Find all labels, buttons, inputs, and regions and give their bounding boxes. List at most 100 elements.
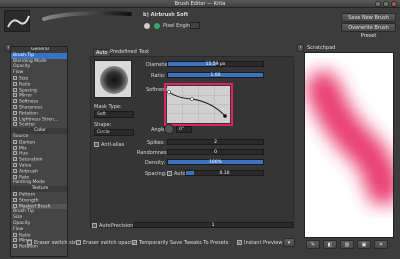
shape-label: Shape:: [94, 122, 112, 128]
option-label: Mirror: [19, 93, 33, 99]
spacing-label: Spacing:: [145, 171, 167, 177]
image-icon[interactable]: ▣: [357, 240, 371, 249]
engine-icon: [154, 23, 160, 29]
brush-stroke-preview: [42, 11, 132, 23]
option-checkbox[interactable]: [13, 110, 17, 115]
preset-thumbnail[interactable]: [4, 10, 30, 32]
minimize-button[interactable]: [375, 1, 381, 7]
instant-preview-label: Instant Preview: [244, 240, 283, 246]
spikes-slider[interactable]: 2: [167, 139, 264, 145]
fill-icon[interactable]: ◧: [323, 240, 337, 249]
engine-name: Pixel Engine: [163, 23, 194, 29]
gradient-icon[interactable]: ▥: [340, 240, 354, 249]
option-checkbox[interactable]: [13, 116, 17, 121]
option-label: Blending Mode: [13, 58, 47, 64]
option-checkbox[interactable]: [13, 238, 17, 243]
option-checkbox[interactable]: [13, 99, 17, 104]
option-checkbox[interactable]: [13, 157, 17, 162]
option-label: Brush Tip: [13, 209, 35, 215]
diameter-slider[interactable]: 15.59 px: [167, 61, 264, 67]
option-label: Opacity: [13, 220, 31, 226]
mask-type-dropdown[interactable]: Soft: [94, 111, 134, 118]
option-label: Sharpness: [19, 105, 43, 111]
precision-auto-checkbox[interactable]: [92, 223, 97, 228]
option-checkbox[interactable]: [13, 244, 17, 249]
ratio-slider[interactable]: 1.00: [167, 72, 264, 78]
temp-save-label: Temporarily Save Tweaks To Presets: [139, 240, 229, 246]
density-slider[interactable]: 100%: [167, 159, 264, 165]
option-checkbox[interactable]: [13, 232, 17, 237]
eraser-opacity-label: Eraser switch opacity: [83, 240, 137, 246]
clear-icon[interactable]: ✕: [374, 240, 388, 249]
spikes-label: Spikes:: [147, 140, 165, 146]
randomness-slider[interactable]: 0: [167, 149, 264, 155]
option-checkbox[interactable]: [13, 174, 17, 179]
option-label: Size: [19, 76, 29, 82]
window-title: Brush Editor — Krita: [174, 1, 226, 7]
close-button[interactable]: [391, 1, 397, 7]
option-checkbox[interactable]: [13, 162, 17, 167]
tab-text[interactable]: Text: [137, 49, 151, 56]
spacing-auto-checkbox[interactable]: [167, 171, 172, 176]
tab-predefined[interactable]: Predefined: [108, 49, 139, 56]
option-label: Saturation: [19, 157, 43, 163]
option-label: Pattern: [19, 192, 36, 198]
option-checkbox[interactable]: [13, 151, 17, 156]
preset-name[interactable]: b) Airbrush Soft: [143, 12, 188, 18]
option-checkbox[interactable]: [13, 87, 17, 92]
option-checkbox[interactable]: [13, 191, 17, 196]
scratchpad-toolbar: ✎ ◧ ▥ ▣ ✕: [304, 240, 394, 250]
brush-icon[interactable]: ✎: [306, 240, 320, 249]
precision-slider[interactable]: 1: [133, 222, 293, 228]
option-checkbox[interactable]: [13, 139, 17, 144]
option-checkbox[interactable]: [13, 104, 17, 109]
instant-preview-checkbox[interactable]: ✓: [237, 240, 242, 245]
option-label: Brush Tip: [13, 52, 35, 58]
option-label: Lightness Stren...: [19, 117, 59, 123]
option-label: Softness: [19, 99, 39, 105]
reset-icon[interactable]: [144, 23, 150, 29]
option-label: Scatter: [19, 122, 36, 128]
antialias-label: Anti-alias: [101, 142, 125, 148]
save-new-preset-button[interactable]: Save New Brush Preset...: [341, 13, 396, 29]
angle-spinbox[interactable]: 0°: [176, 126, 192, 133]
option-checkbox[interactable]: [13, 122, 17, 127]
scratchpad-canvas[interactable]: [304, 52, 394, 238]
precision-label: Precision:: [111, 223, 135, 229]
option-label: Mix: [19, 146, 27, 152]
precision-auto-label: Auto: [99, 223, 111, 229]
collapse-right-button[interactable]: ›: [297, 44, 304, 52]
instant-preview-options-button[interactable]: ▾: [283, 238, 295, 247]
maximize-button[interactable]: [383, 1, 389, 7]
option-label: General: [31, 47, 49, 52]
ratio-label: Ratio:: [151, 73, 166, 79]
brush-options-list[interactable]: General Brush Tip Blending Mode Opacity Flow…: [10, 46, 68, 257]
temp-save-checkbox[interactable]: ✓: [132, 240, 137, 245]
option-checkbox[interactable]: [13, 75, 17, 80]
option-label: Painting Mode: [13, 180, 45, 186]
option-label: Opacity: [13, 64, 31, 70]
option-checkbox[interactable]: [13, 93, 17, 98]
option-label: Hue: [19, 151, 29, 157]
antialias-checkbox[interactable]: [94, 142, 99, 147]
eraser-size-checkbox[interactable]: [27, 240, 32, 245]
engine-dropdown[interactable]: [190, 22, 200, 29]
overwrite-preset-button[interactable]: Overwrite Brush Preset: [341, 23, 396, 39]
option-label: Darken: [19, 140, 36, 146]
option-label: Rotation: [19, 111, 38, 117]
option-label: Value: [19, 163, 32, 169]
option-label: Size: [13, 215, 23, 221]
brush-tip-preview: [94, 60, 132, 98]
option-checkbox[interactable]: [13, 197, 17, 202]
spacing-slider[interactable]: 0.10: [185, 170, 264, 176]
option-label: Texture: [31, 186, 49, 192]
option-checkbox[interactable]: [13, 81, 17, 86]
softness-curve-editor[interactable]: [167, 86, 230, 123]
option-checkbox[interactable]: [13, 168, 17, 173]
option-checkbox[interactable]: [13, 145, 17, 150]
angle-dial[interactable]: [164, 124, 174, 134]
option-checkbox[interactable]: [13, 203, 17, 208]
eraser-opacity-checkbox[interactable]: [76, 240, 81, 245]
shape-dropdown[interactable]: Circle: [94, 129, 134, 136]
eraser-size-label: Eraser switch size: [34, 240, 79, 246]
